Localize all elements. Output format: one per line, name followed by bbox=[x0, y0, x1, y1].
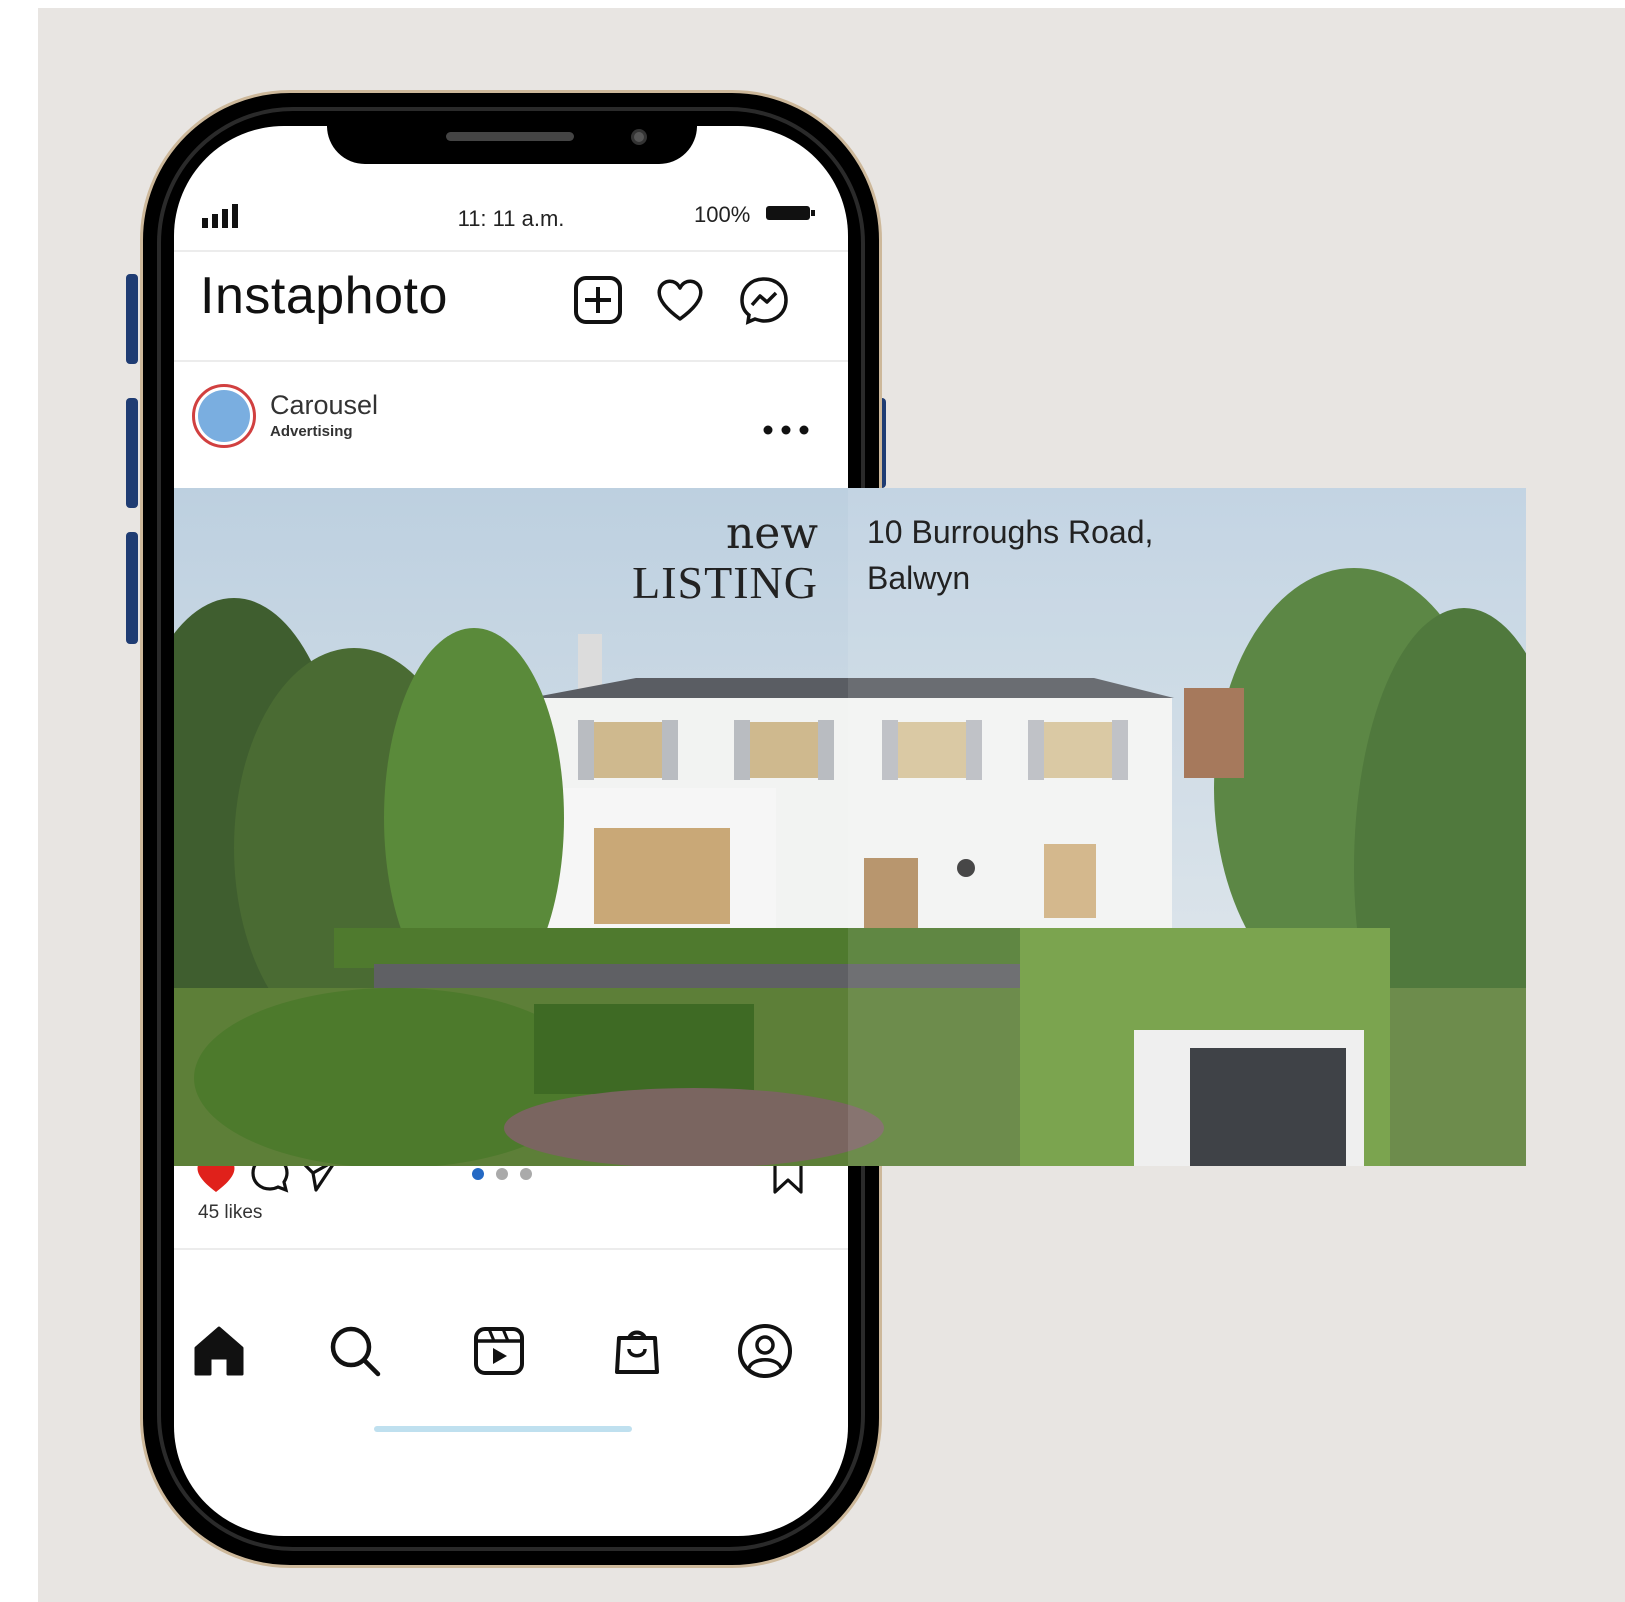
carousel-dot bbox=[520, 1168, 532, 1180]
home-icon[interactable] bbox=[190, 1322, 248, 1380]
divider bbox=[174, 1248, 848, 1250]
carousel-indicator bbox=[472, 1168, 532, 1180]
listing-headline-new: new bbox=[725, 508, 818, 559]
likes-count[interactable]: 45 likes bbox=[198, 1202, 262, 1224]
home-indicator bbox=[374, 1426, 632, 1432]
divider bbox=[174, 360, 848, 362]
battery-icon bbox=[766, 206, 815, 220]
more-options-icon[interactable] bbox=[760, 424, 820, 436]
avatar[interactable] bbox=[192, 384, 256, 448]
listing-address-line-2: Balwyn bbox=[867, 560, 971, 596]
sponsored-label: Advertising bbox=[270, 423, 353, 440]
listing-address-line-1: 10 Burroughs Road, bbox=[867, 514, 1154, 550]
silent-switch bbox=[126, 274, 138, 364]
profile-icon[interactable] bbox=[736, 1322, 794, 1380]
add-post-icon[interactable] bbox=[572, 274, 624, 326]
shop-icon[interactable] bbox=[608, 1322, 666, 1380]
heart-icon[interactable] bbox=[654, 274, 706, 326]
messenger-icon[interactable] bbox=[738, 274, 790, 326]
speaker-grille bbox=[446, 132, 574, 141]
carousel-dot bbox=[496, 1168, 508, 1180]
battery-percentage: 100% bbox=[694, 202, 751, 227]
listing-headline-listing: LISTING bbox=[632, 557, 818, 608]
search-icon[interactable] bbox=[326, 1322, 384, 1380]
account-name[interactable]: Carousel bbox=[270, 390, 378, 421]
volume-down-button bbox=[126, 532, 138, 644]
carousel-dot bbox=[472, 1168, 484, 1180]
front-camera bbox=[631, 129, 647, 145]
volume-up-button bbox=[126, 398, 138, 508]
post-image-carousel[interactable]: new LISTING 10 Burroughs Road, Balwyn bbox=[174, 488, 1526, 1166]
reels-icon[interactable] bbox=[470, 1322, 528, 1380]
app-title: Instaphoto bbox=[200, 267, 448, 325]
divider bbox=[174, 250, 848, 252]
